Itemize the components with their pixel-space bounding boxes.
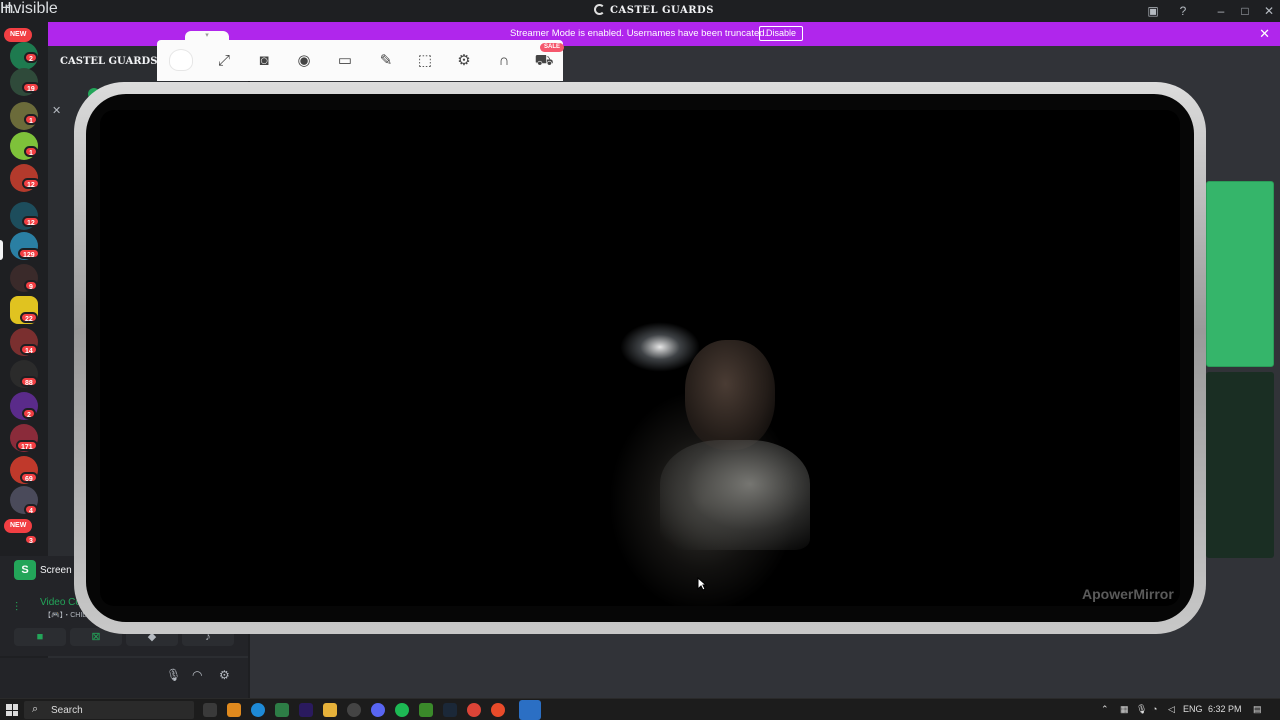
media-player-icon[interactable] xyxy=(419,703,433,717)
edge-icon[interactable] xyxy=(251,703,265,717)
mouse-cursor-icon xyxy=(697,577,707,591)
microphone-tray-icon[interactable]: 🎙 xyxy=(1136,704,1147,715)
mention-badge: 4 xyxy=(24,504,38,515)
mention-badge: 19 xyxy=(22,82,40,93)
video-subject-head xyxy=(685,340,775,450)
sale-badge: SALE xyxy=(540,43,565,52)
disable-streamer-mode-button[interactable]: Disable xyxy=(759,26,804,41)
chrome-icon[interactable] xyxy=(467,703,481,717)
pen-icon[interactable]: ✎ xyxy=(376,51,396,71)
mention-badge: 2 xyxy=(22,408,36,419)
camera-icon[interactable]: ◙ xyxy=(254,51,274,71)
new-badge: NEW xyxy=(4,28,33,42)
wifi-icon[interactable]: ◔ xyxy=(1152,704,1157,714)
close-icon[interactable]: ✕ xyxy=(1261,3,1277,19)
clock[interactable]: 6:32 PM xyxy=(1208,704,1242,714)
language-indicator[interactable]: ENG xyxy=(1183,704,1203,714)
mention-badge: 129 xyxy=(18,248,40,259)
new-badge: NEW xyxy=(4,519,33,533)
close-banner-icon[interactable]: ✕ xyxy=(1259,26,1270,42)
windows-start-icon[interactable] xyxy=(6,704,18,716)
select-icon[interactable]: ⬚ xyxy=(415,51,435,71)
task-view-icon[interactable] xyxy=(203,703,217,717)
store-icon[interactable] xyxy=(275,703,289,717)
mention-badge: 14 xyxy=(20,344,38,355)
mention-badge: 2 xyxy=(24,52,38,63)
taskbar: ⌕ Search ⌃ ▦ 🎙 ◔ ◁ ENG 6:32 PM ▤ xyxy=(0,698,1280,720)
mention-badge: 9 xyxy=(24,280,38,291)
apowermirror-mascot-icon[interactable] xyxy=(169,49,193,71)
firefox-icon[interactable] xyxy=(491,703,505,717)
mirrored-screen[interactable]: ApowerMirror xyxy=(100,110,1180,606)
taskbar-search[interactable]: ⌕ Search xyxy=(24,701,194,719)
help-icon[interactable]: ? xyxy=(1175,3,1191,19)
screen-icon[interactable]: ▭ xyxy=(335,51,355,71)
mention-badge: 3 xyxy=(24,534,38,545)
chevron-down-icon[interactable]: ▾ xyxy=(185,31,229,41)
selected-server-indicator xyxy=(0,240,3,260)
camera-button[interactable]: ■ xyxy=(14,628,66,646)
search-placeholder: Search xyxy=(51,705,83,716)
title-bar: CASTEL GUARDS ▣ ? – □ ✕ xyxy=(0,0,1280,22)
volume-icon[interactable]: ◁ xyxy=(1168,704,1175,715)
mention-badge: 1 xyxy=(24,114,38,125)
inbox-icon[interactable]: ▣ xyxy=(1145,3,1161,19)
mention-badge: 12 xyxy=(22,178,40,189)
close-icon[interactable]: ✕ xyxy=(52,104,61,117)
obs-icon[interactable] xyxy=(347,703,361,717)
steam-icon[interactable] xyxy=(443,703,457,717)
network-icon[interactable]: ▦ xyxy=(1120,704,1129,715)
maximize-icon[interactable]: □ xyxy=(1237,3,1253,19)
spotify-icon[interactable] xyxy=(395,703,409,717)
signal-icon: ⫶ xyxy=(15,600,19,614)
user-status: Invisible xyxy=(0,0,58,17)
record-icon[interactable]: ◉ xyxy=(294,51,314,71)
notifications-icon[interactable]: ▤ xyxy=(1253,704,1262,715)
app-title: CASTEL GUARDS xyxy=(594,4,714,16)
streamer-mode-message: Streamer Mode is enabled. Usernames have… xyxy=(510,28,768,39)
participant-tile[interactable] xyxy=(1206,372,1274,558)
desktop: CASTEL GUARDS ▣ ? – □ ✕ NEW 2 19 1 1 12 … xyxy=(0,0,1280,720)
expand-icon[interactable]: ⤢ xyxy=(214,51,234,71)
gear-icon[interactable]: ⚙ xyxy=(454,51,474,71)
vlc-icon[interactable] xyxy=(227,703,241,717)
apowermirror-taskbar-icon[interactable] xyxy=(519,700,541,720)
discord-icon[interactable] xyxy=(371,703,385,717)
user-panel xyxy=(0,658,248,698)
light-glare xyxy=(620,322,700,372)
settings-icon[interactable]: ⚙ xyxy=(219,668,230,682)
minimize-icon[interactable]: – xyxy=(1213,3,1229,19)
search-icon: ⌕ xyxy=(32,703,39,715)
microphone-icon[interactable]: 🎙 xyxy=(166,668,181,682)
cart-icon[interactable]: ⛟ xyxy=(534,51,554,71)
chevron-up-icon[interactable]: ⌃ xyxy=(1101,704,1109,715)
premiere-icon[interactable] xyxy=(299,703,313,717)
mention-badge: 22 xyxy=(20,312,38,323)
headset-icon[interactable]: ∩ xyxy=(494,51,514,71)
mention-badge: 88 xyxy=(20,376,38,387)
screen-share-label: Screen xyxy=(40,565,72,576)
castel-guards-logo-icon xyxy=(594,4,605,15)
server-name[interactable]: CASTEL GUARDS xyxy=(60,56,157,67)
screen-share-icon: S xyxy=(14,560,36,580)
mention-badge: 1 xyxy=(24,146,38,157)
phone-frame: ApowerMirror xyxy=(74,82,1206,634)
mirror-toolbar: ▾ ⤢ ◙ ◉ ▭ ✎ ⬚ ⚙ ∩ ⛟ SALE xyxy=(157,31,565,81)
mention-badge: 69 xyxy=(20,472,38,483)
mention-badge: 12 xyxy=(22,216,40,227)
apowermirror-watermark: ApowerMirror xyxy=(1082,586,1174,602)
mention-badge: 171 xyxy=(16,440,38,451)
participant-tile-speaking[interactable] xyxy=(1206,181,1274,367)
file-explorer-icon[interactable] xyxy=(323,703,337,717)
video-subject-shirt xyxy=(660,440,810,550)
headphones-icon[interactable]: ◠ xyxy=(192,668,202,682)
